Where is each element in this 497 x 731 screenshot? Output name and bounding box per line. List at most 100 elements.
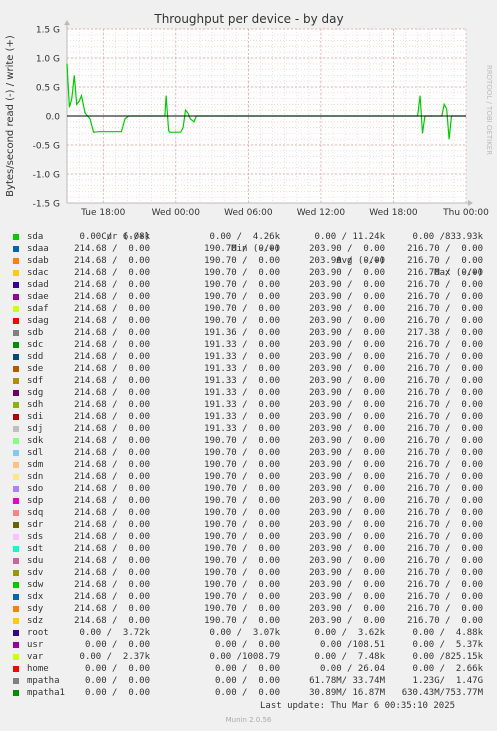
legend-max: 0.00 /833.93k bbox=[412, 232, 483, 242]
legend-swatch bbox=[13, 522, 19, 528]
x-tick-label: Wed 06:00 bbox=[224, 208, 273, 218]
legend-swatch bbox=[13, 546, 19, 552]
legend-avg: 203.90 / 0.00 bbox=[309, 436, 385, 446]
legend-min: 191.33 / 0.00 bbox=[204, 352, 280, 362]
legend-cur: 214.68 / 0.00 bbox=[74, 388, 150, 398]
legend-avg: 203.90 / 0.00 bbox=[309, 316, 385, 326]
legend-name: root bbox=[27, 628, 49, 638]
legend-name: home bbox=[27, 664, 49, 674]
legend-row: sdab 214.68 / 0.00 190.70 / 0.00 203.90 / 0… bbox=[0, 255, 497, 267]
legend-avg: 203.90 / 0.00 bbox=[309, 604, 385, 614]
legend-avg: 203.90 / 0.00 bbox=[309, 364, 385, 374]
y-tick-label: 1.0 G bbox=[36, 55, 60, 65]
legend-min: 0.00 / 3.07k bbox=[209, 628, 280, 638]
legend-name: sdx bbox=[27, 592, 44, 602]
legend-avg: 203.90 / 0.00 bbox=[309, 580, 385, 590]
legend-row: sdz 214.68 / 0.00 190.70 / 0.00 203.90 / 0.… bbox=[0, 615, 497, 627]
legend-cur: 214.68 / 0.00 bbox=[74, 448, 150, 458]
legend-row: sdb 214.68 / 0.00 191.36 / 0.00 203.90 / 0.… bbox=[0, 327, 497, 339]
legend-name: mpatha1 bbox=[27, 688, 65, 698]
legend-min: 190.70 / 0.00 bbox=[204, 616, 280, 626]
legend-avg: 203.90 / 0.00 bbox=[309, 412, 385, 422]
legend-row: sdt 214.68 / 0.00 190.70 / 0.00 203.90 / 0.… bbox=[0, 543, 497, 555]
legend-min: 190.70 / 0.00 bbox=[204, 568, 280, 578]
legend-max: 216.70 / 0.00 bbox=[407, 424, 483, 434]
legend-name: sdi bbox=[27, 412, 44, 422]
legend-max: 216.70 / 0.00 bbox=[407, 460, 483, 470]
legend-name: sdu bbox=[27, 556, 44, 566]
legend-max: 216.70 / 0.00 bbox=[407, 580, 483, 590]
legend-max: 216.70 / 0.00 bbox=[407, 304, 483, 314]
legend-row: sdj 214.68 / 0.00 191.33 / 0.00 203.90 / 0.… bbox=[0, 423, 497, 435]
legend-avg: 203.90 / 0.00 bbox=[309, 424, 385, 434]
legend-max: 216.70 / 0.00 bbox=[407, 340, 483, 350]
x-tick-label: Thu 00:00 bbox=[442, 208, 489, 218]
x-tick-label: Tue 18:00 bbox=[80, 208, 125, 218]
legend-swatch bbox=[13, 306, 19, 312]
legend-min: 190.70 / 0.00 bbox=[204, 256, 280, 266]
legend-cur: 0.00 / 2.37k bbox=[79, 652, 150, 662]
y-tick-label: -1.5 G bbox=[33, 200, 60, 210]
legend-cur: 214.68 / 0.00 bbox=[74, 328, 150, 338]
legend-cur: 214.68 / 0.00 bbox=[74, 592, 150, 602]
legend-name: sdk bbox=[27, 436, 44, 446]
legend-avg: 203.90 / 0.00 bbox=[309, 616, 385, 626]
legend-avg: 203.90 / 0.00 bbox=[309, 556, 385, 566]
legend-cur: 0.00 / 0.00 bbox=[84, 676, 150, 686]
legend-row: sdp 214.68 / 0.00 190.70 / 0.00 203.90 / 0.… bbox=[0, 495, 497, 507]
legend-row: sdx 214.68 / 0.00 190.70 / 0.00 203.90 / 0.… bbox=[0, 591, 497, 603]
legend-avg: 203.90 / 0.00 bbox=[309, 508, 385, 518]
legend-cur: 214.68 / 0.00 bbox=[74, 604, 150, 614]
legend-min: 191.33 / 0.00 bbox=[204, 376, 280, 386]
y-axis-label: Bytes/second read (-) / write (+) bbox=[5, 35, 16, 197]
legend-name: sdd bbox=[27, 352, 44, 362]
legend-avg: 203.90 / 0.00 bbox=[309, 592, 385, 602]
legend-avg: 203.90 / 0.00 bbox=[309, 520, 385, 530]
legend-max: 216.70 / 0.00 bbox=[407, 544, 483, 554]
legend-min: 190.70 / 0.00 bbox=[204, 556, 280, 566]
legend-name: sds bbox=[27, 532, 44, 542]
legend-avg: 203.90 / 0.00 bbox=[309, 448, 385, 458]
legend-max: 216.70 / 0.00 bbox=[407, 484, 483, 494]
legend-min: 190.70 / 0.00 bbox=[204, 532, 280, 542]
legend-swatch bbox=[13, 318, 19, 324]
legend-row: sdf 214.68 / 0.00 191.33 / 0.00 203.90 / 0.… bbox=[0, 375, 497, 387]
legend-avg: 203.90 / 0.00 bbox=[309, 376, 385, 386]
legend-swatch bbox=[13, 534, 19, 540]
legend-swatch bbox=[13, 402, 19, 408]
legend-row: sdu 214.68 / 0.00 190.70 / 0.00 203.90 / 0.… bbox=[0, 555, 497, 567]
legend-min: 191.33 / 0.00 bbox=[204, 364, 280, 374]
legend-name: sdc bbox=[27, 340, 44, 350]
legend-row: sde 214.68 / 0.00 191.33 / 0.00 203.90 / 0.… bbox=[0, 363, 497, 375]
legend-min: 190.70 / 0.00 bbox=[204, 580, 280, 590]
legend-avg: 0.00 / 11.24k bbox=[314, 232, 385, 242]
legend-avg: 203.90 / 0.00 bbox=[309, 268, 385, 278]
legend-min: 190.70 / 0.00 bbox=[204, 484, 280, 494]
legend-avg: 0.00 / 7.48k bbox=[314, 652, 385, 662]
legend-cur: 214.68 / 0.00 bbox=[74, 364, 150, 374]
legend-min: 191.33 / 0.00 bbox=[204, 412, 280, 422]
legend-avg: 30.89M/ 16.87M bbox=[309, 688, 385, 698]
legend-min: 191.33 / 0.00 bbox=[204, 388, 280, 398]
y-axis-ticks: 1.5 G 1.0 G 0.5 G 0.0 -0.5 G -1.0 G -1.5 G bbox=[33, 26, 61, 210]
legend-cur: 214.68 / 0.00 bbox=[74, 496, 150, 506]
legend-min: 190.70 / 0.00 bbox=[204, 436, 280, 446]
legend-cur: 214.68 / 0.00 bbox=[74, 460, 150, 470]
legend-cur: 214.68 / 0.00 bbox=[74, 580, 150, 590]
y-tick-label: 0.5 G bbox=[36, 84, 60, 94]
legend-max: 216.70 / 0.00 bbox=[407, 292, 483, 302]
legend-max: 216.70 / 0.00 bbox=[407, 244, 483, 254]
legend-min: 0.00 / 0.00 bbox=[214, 676, 280, 686]
legend-swatch bbox=[13, 258, 19, 264]
legend-name: sdae bbox=[27, 292, 49, 302]
legend-swatch bbox=[13, 450, 19, 456]
legend-name: sdb bbox=[27, 328, 44, 338]
legend-max: 216.70 / 0.00 bbox=[407, 556, 483, 566]
legend-cur: 214.68 / 0.00 bbox=[74, 316, 150, 326]
legend-min: 190.70 / 0.00 bbox=[204, 280, 280, 290]
legend-swatch bbox=[13, 270, 19, 276]
legend-row: sdv 214.68 / 0.00 190.70 / 0.00 203.90 / 0.… bbox=[0, 567, 497, 579]
y-axis-arrow bbox=[64, 20, 70, 25]
legend-cur: 214.68 / 0.00 bbox=[74, 544, 150, 554]
legend-swatch bbox=[13, 690, 19, 696]
